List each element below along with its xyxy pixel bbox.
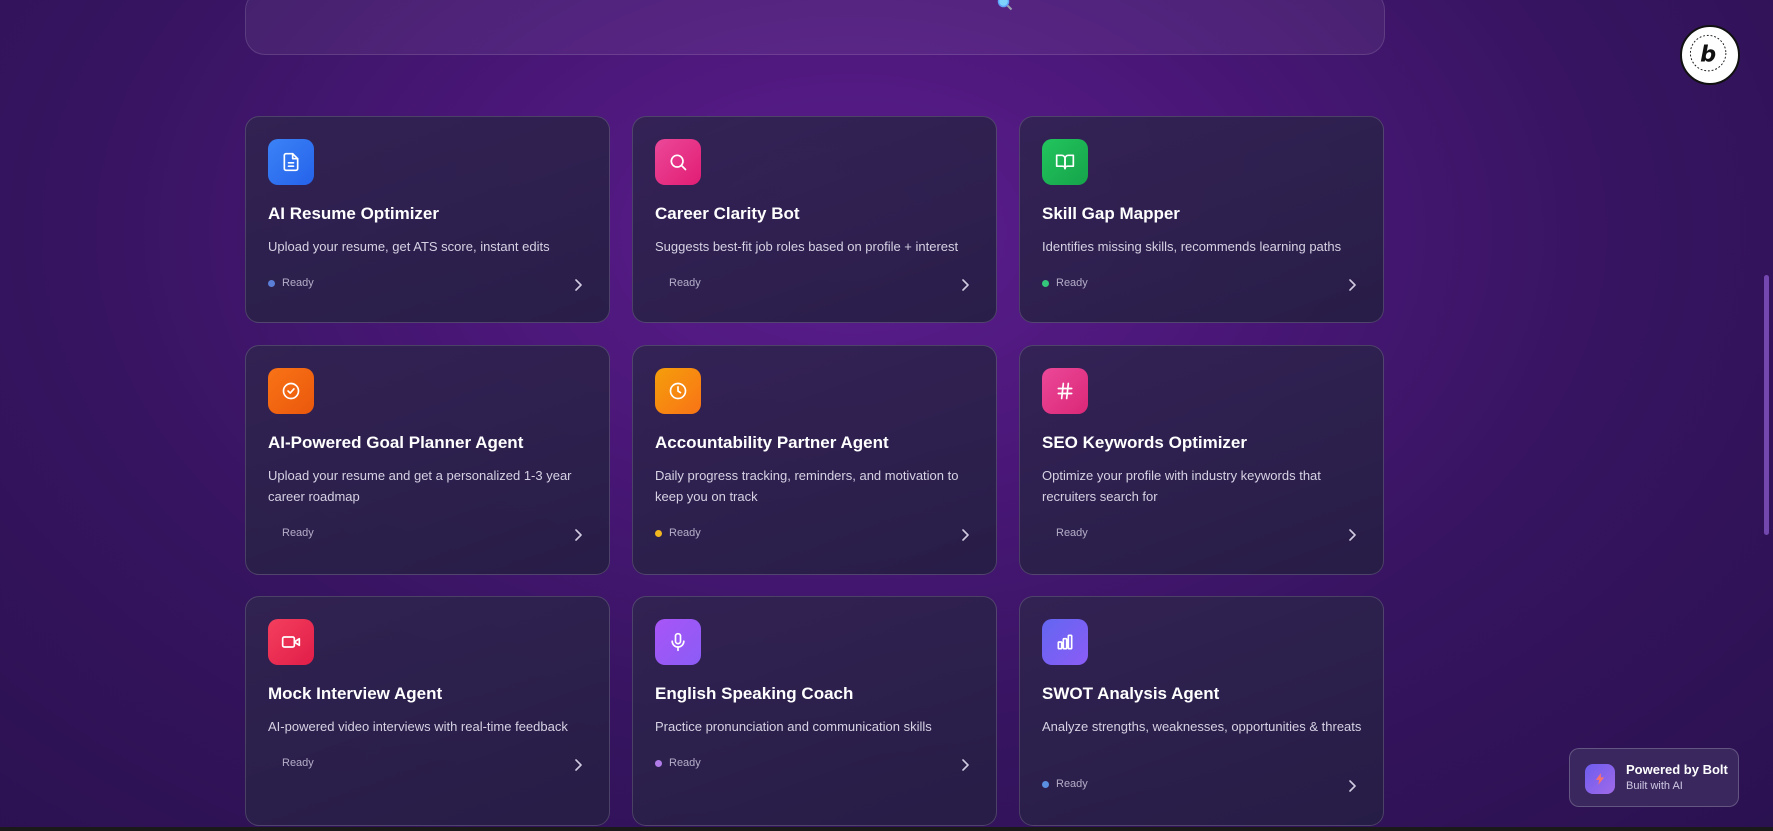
status-label: Ready [669,527,701,539]
agent-card-title: Mock Interview Agent [268,684,443,703]
agent-card[interactable]: English Speaking Coach Practice pronuncia… [632,596,997,826]
agent-card-description: Practice pronunciation and communication… [655,719,932,734]
badge-check-icon [268,368,314,414]
bolt-subtitle: Built with AI [1626,780,1683,792]
agent-card[interactable]: SEO Keywords Optimizer Optimize your prof… [1019,345,1384,575]
status-dot [268,279,275,287]
hash-icon [1042,368,1088,414]
agent-card-title: AI-Powered Goal Planner Agent [268,433,524,452]
video-icon [268,619,314,665]
agent-card-status: Ready [268,277,314,289]
status-dot [655,280,662,287]
bolt-badge[interactable]: b [1680,25,1740,85]
status-label: Ready [1056,277,1088,289]
agent-card-status: Ready [268,527,314,539]
agent-card-title: English Speaking Coach [655,684,854,703]
chevron-right-icon[interactable] [1347,278,1357,291]
agent-card[interactable]: Skill Gap Mapper Identifies missing skill… [1019,116,1384,323]
agent-card-description: AI-powered video interviews with real-ti… [268,719,568,734]
agent-card-description: Identifies missing skills, recommends le… [1042,239,1342,254]
document-icon [268,139,314,185]
chevron-right-icon[interactable] [573,278,583,291]
status-dot [1042,530,1049,537]
svg-text:b: b [1700,42,1716,68]
status-label: Ready [1056,778,1088,790]
agent-card-title: Accountability Partner Agent [655,433,889,452]
scrollbar[interactable] [1761,0,1773,831]
search-icon [997,0,1013,11]
status-dot [1042,780,1049,788]
agent-card-status: Ready [655,757,701,769]
agent-card[interactable]: AI Resume Optimizer Upload your resume, g… [245,116,610,323]
status-dot [655,759,662,767]
scroll-thumb[interactable] [1764,275,1769,535]
agent-card-description: Optimize your profile with industry keyw… [1042,468,1321,504]
chevron-right-icon[interactable] [1347,528,1357,541]
agent-card[interactable]: SWOT Analysis Agent Analyze strengths, we… [1019,596,1384,826]
agent-card-title: Career Clarity Bot [655,204,800,223]
bottom-edge [0,827,1773,831]
chevron-right-icon[interactable] [573,528,583,541]
clock-icon [655,368,701,414]
status-label: Ready [282,757,314,769]
powered-by-bolt-card[interactable]: Powered by Bolt Built with AI [1569,748,1739,807]
status-dot [268,530,275,537]
book-icon [1042,139,1088,185]
agent-card-title: Skill Gap Mapper [1042,204,1180,223]
status-label: Ready [282,527,314,539]
agent-card-status: Ready [1042,527,1088,539]
agent-card-title: SEO Keywords Optimizer [1042,433,1247,452]
agent-card-description: Analyze strengths, weaknesses, opportuni… [1042,719,1362,734]
search-icon [655,139,701,185]
chevron-right-icon[interactable] [960,758,970,771]
agent-card[interactable]: Career Clarity Bot Suggests best-fit job … [632,116,997,323]
agent-card-title: AI Resume Optimizer [268,204,439,223]
agent-card-status: Ready [655,527,701,539]
chevron-right-icon[interactable] [1347,779,1357,792]
agent-card-status: Ready [1042,778,1088,790]
chevron-right-icon[interactable] [573,758,583,771]
agent-card[interactable]: Accountability Partner Agent Daily progre… [632,345,997,575]
bolt-logo-icon: b [1683,28,1733,78]
status-dot [1042,279,1049,287]
status-label: Ready [1056,527,1088,539]
agent-card[interactable]: Mock Interview Agent AI-powered video int… [245,596,610,826]
agent-card-status: Ready [655,277,701,289]
chevron-right-icon[interactable] [960,278,970,291]
bolt-icon [1585,764,1615,794]
status-dot [268,760,275,767]
status-label: Ready [669,277,701,289]
agent-card-title: SWOT Analysis Agent [1042,684,1220,703]
bar-chart-icon [1042,619,1088,665]
agent-card[interactable]: AI-Powered Goal Planner Agent Upload your… [245,345,610,575]
agent-card-description: Daily progress tracking, reminders, and … [655,468,959,504]
bolt-title: Powered by Bolt [1626,762,1728,777]
chevron-right-icon[interactable] [960,528,970,541]
agent-card-description: Upload your resume, get ATS score, insta… [268,239,550,254]
status-label: Ready [282,277,314,289]
status-dot [655,529,662,537]
agent-card-status: Ready [268,757,314,769]
agent-card-description: Upload your resume and get a personalize… [268,468,572,504]
mic-icon [655,619,701,665]
status-label: Ready [669,757,701,769]
agent-card-status: Ready [1042,277,1088,289]
agent-card-description: Suggests best-fit job roles based on pro… [655,239,959,254]
search-panel[interactable] [245,0,1385,55]
